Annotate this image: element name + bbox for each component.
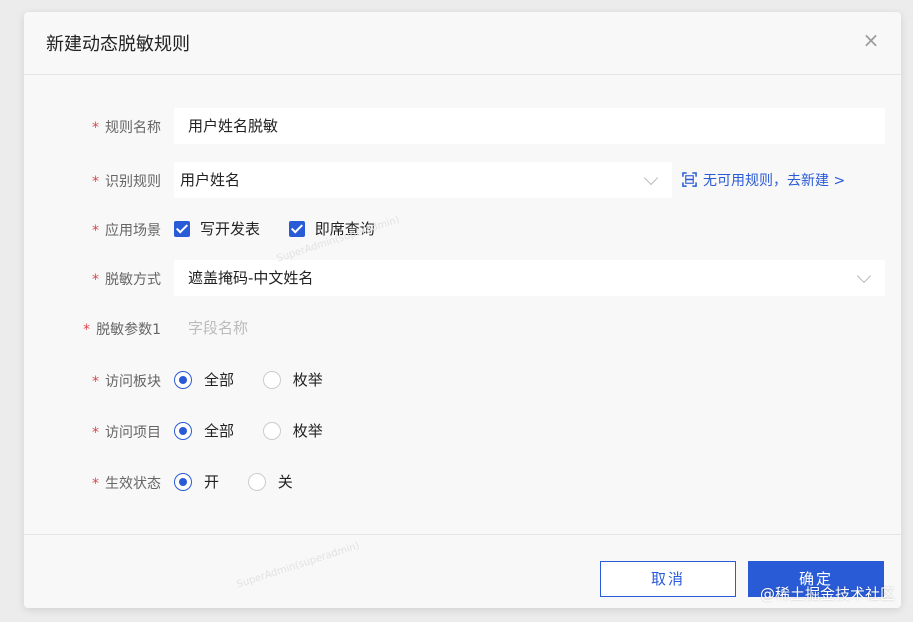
recognition-rule-label: 识别规则 bbox=[105, 174, 161, 190]
dialog-title: 新建动态脱敏规则 bbox=[46, 34, 190, 55]
mask-method-select[interactable]: 遮盖掩码-中文姓名 bbox=[174, 260, 885, 296]
radio-label: 关 bbox=[277, 473, 293, 491]
row-scene: * 应用场景 写开发表 即席查询 bbox=[24, 211, 901, 247]
row-rule-name: * 规则名称 用户姓名脱敏 bbox=[24, 108, 901, 144]
required-mark: * bbox=[92, 174, 99, 190]
access-project-label: 访问项目 bbox=[105, 425, 161, 441]
recognition-rule-select[interactable]: 用户姓名 bbox=[174, 162, 672, 198]
mask-param-input[interactable]: 字段名称 bbox=[174, 310, 885, 346]
row-status: * 生效状态 开 关 bbox=[24, 464, 901, 500]
radio-label: 全部 bbox=[204, 371, 235, 389]
access-block-label: 访问板块 bbox=[105, 374, 161, 390]
mask-param-label: 脱敏参数1 bbox=[96, 322, 161, 338]
dialog-header: 新建动态脱敏规则 × bbox=[24, 12, 901, 75]
required-mark: * bbox=[92, 476, 99, 492]
required-mark: * bbox=[92, 425, 99, 441]
access-block-option-enum[interactable]: 枚举 bbox=[262, 369, 323, 390]
row-mask-param: * 脱敏参数1 字段名称 bbox=[24, 310, 901, 346]
create-rule-link[interactable]: 无可用规则，去新建 > bbox=[682, 170, 845, 190]
status-label: 生效状态 bbox=[105, 476, 161, 492]
scene-label: 应用场景 bbox=[105, 223, 161, 239]
required-mark: * bbox=[92, 120, 99, 136]
required-mark: * bbox=[92, 374, 99, 390]
row-access-block: * 访问板块 全部 枚举 bbox=[24, 362, 901, 398]
checkbox-checked-icon[interactable] bbox=[288, 220, 305, 237]
required-mark: * bbox=[92, 223, 99, 239]
scan-icon bbox=[682, 172, 697, 187]
required-mark: * bbox=[92, 272, 99, 288]
radio-unselected-icon[interactable] bbox=[247, 472, 266, 491]
create-rule-link-text: 无可用规则，去新建 > bbox=[703, 173, 846, 189]
required-mark: * bbox=[83, 322, 91, 338]
status-option-off[interactable]: 关 bbox=[247, 471, 293, 492]
chevron-down-icon bbox=[643, 170, 659, 186]
row-recognition-rule: * 识别规则 用户姓名 无可用规则，去新建 > bbox=[24, 162, 901, 198]
radio-selected-icon[interactable] bbox=[174, 370, 192, 389]
radio-selected-icon[interactable] bbox=[174, 421, 192, 440]
row-mask-method: * 脱敏方式 遮盖掩码-中文姓名 bbox=[24, 260, 901, 296]
scene-option-write-publish[interactable]: 写开发表 bbox=[174, 218, 260, 239]
mask-method-label: 脱敏方式 bbox=[105, 272, 161, 288]
access-project-option-enum[interactable]: 枚举 bbox=[262, 420, 323, 441]
status-option-on[interactable]: 开 bbox=[174, 471, 219, 492]
scene-option-label: 写开发表 bbox=[200, 220, 261, 238]
access-block-options: 全部 枚举 bbox=[174, 369, 347, 393]
checkbox-checked-icon[interactable] bbox=[174, 220, 190, 237]
create-rule-dialog: 新建动态脱敏规则 × * 规则名称 用户姓名脱敏 * 识别规则 用户姓名 无可用规则… bbox=[24, 12, 901, 608]
status-options: 开 关 bbox=[174, 471, 317, 495]
rule-name-label: 规则名称 bbox=[105, 120, 161, 136]
close-icon[interactable]: × bbox=[861, 30, 881, 50]
radio-unselected-icon[interactable] bbox=[262, 370, 281, 389]
radio-label: 开 bbox=[204, 473, 220, 491]
access-block-option-all[interactable]: 全部 bbox=[174, 369, 234, 390]
radio-label: 枚举 bbox=[292, 371, 323, 389]
cancel-button[interactable]: 取消 bbox=[600, 561, 736, 597]
mask-method-value: 遮盖掩码-中文姓名 bbox=[188, 269, 314, 287]
access-project-options: 全部 枚举 bbox=[174, 420, 347, 444]
chevron-down-icon bbox=[856, 268, 872, 284]
recognition-rule-value: 用户姓名 bbox=[180, 171, 241, 189]
access-project-option-all[interactable]: 全部 bbox=[174, 420, 234, 441]
row-access-project: * 访问项目 全部 枚举 bbox=[24, 413, 901, 449]
rule-name-input[interactable]: 用户姓名脱敏 bbox=[174, 108, 885, 144]
radio-selected-icon[interactable] bbox=[174, 472, 192, 491]
radio-label: 枚举 bbox=[292, 422, 323, 440]
radio-unselected-icon[interactable] bbox=[262, 421, 281, 440]
radio-label: 全部 bbox=[204, 422, 235, 440]
site-watermark: @稀土掘金技术社区 bbox=[759, 585, 895, 603]
